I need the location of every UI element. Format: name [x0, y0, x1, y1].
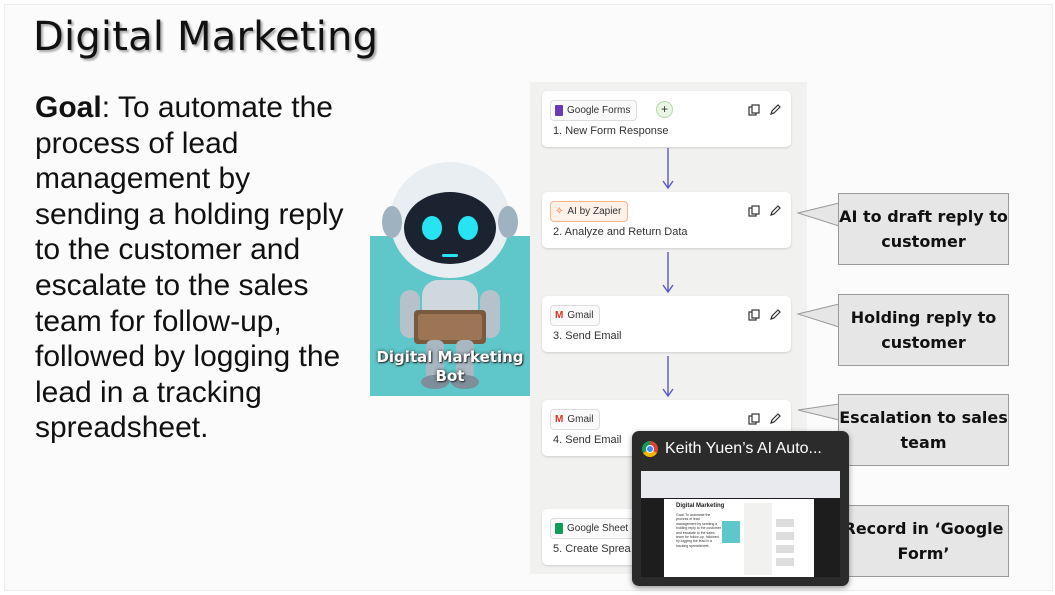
callout-ai-draft: AI to draft reply to customer	[838, 193, 1009, 265]
thumbnail-slide: Digital Marketing Goal: To automate the …	[664, 499, 814, 577]
thumbnail-title: Digital Marketing	[676, 503, 725, 509]
preview-thumbnail[interactable]: Digital Marketing Goal: To automate the …	[641, 471, 840, 577]
tab-preview-popup[interactable]: Keith Yuen’s AI Auto... Digital Marketin…	[632, 431, 849, 586]
thumbnail-flow	[744, 503, 772, 575]
callout-holding-reply: Holding reply to customer	[838, 294, 1009, 366]
callout-escalation: Escalation to sales team	[838, 394, 1009, 466]
thumbnail-robot	[722, 521, 740, 543]
callout-record: Record in ‘Google Form’	[838, 505, 1009, 577]
chrome-icon	[642, 441, 658, 457]
thumbnail-goal: Goal: To automate the process of lead ma…	[676, 513, 721, 548]
thumbnail-callouts	[776, 519, 794, 571]
preview-title: Keith Yuen’s AI Auto...	[665, 440, 822, 457]
thumbnail-browser-bar	[641, 471, 840, 498]
preview-title-row: Keith Yuen’s AI Auto...	[642, 440, 822, 458]
